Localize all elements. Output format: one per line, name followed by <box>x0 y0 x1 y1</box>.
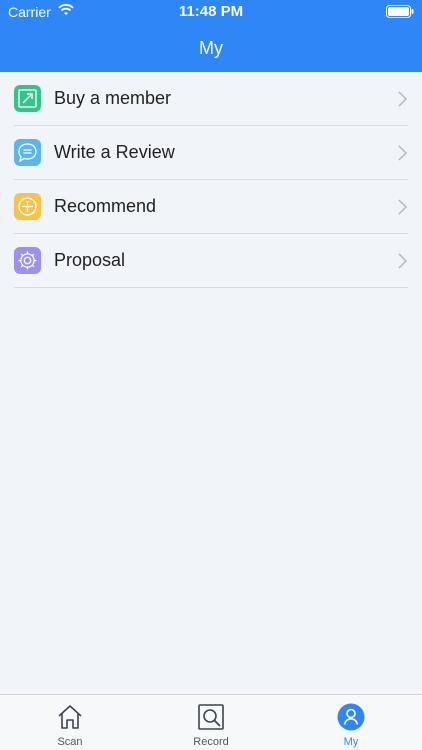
tab-record[interactable]: Record <box>171 695 251 750</box>
status-bar: Carrier 11:48 PM <box>0 0 422 24</box>
tab-label: Record <box>193 736 229 748</box>
tab-scan[interactable]: Scan <box>30 695 110 750</box>
menu-item-recommend[interactable]: Recommend <box>14 180 408 234</box>
chevron-right-icon <box>398 145 408 161</box>
page-title: My <box>199 38 223 58</box>
home-icon <box>58 705 82 729</box>
menu-item-label: Buy a member <box>54 88 172 108</box>
app-header: Carrier 11:48 PM My <box>0 0 422 72</box>
menu-item-proposal[interactable]: Proposal <box>14 234 408 288</box>
tab-bar: Scan Record My <box>0 694 422 750</box>
gear-icon <box>14 247 41 274</box>
clock: 11:48 PM <box>178 3 244 20</box>
menu-item-write-review[interactable]: Write a Review <box>14 126 408 180</box>
menu-item-label: Recommend <box>54 196 157 216</box>
chat-bubble-icon <box>14 139 41 166</box>
menu-item-buy-member[interactable]: Buy a member <box>14 72 408 126</box>
menu-item-label: Write a Review <box>54 142 175 162</box>
chevron-right-icon <box>398 91 408 107</box>
tab-my[interactable]: My <box>311 695 391 750</box>
search-document-icon <box>198 704 224 730</box>
plus-circle-icon <box>14 193 41 220</box>
trend-up-icon <box>14 85 41 112</box>
user-icon <box>337 703 365 731</box>
battery-icon <box>386 5 414 18</box>
tab-label: My <box>343 736 359 748</box>
chevron-right-icon <box>398 253 408 269</box>
settings-menu: Buy a member Write a Review Recommend Pr… <box>0 72 422 288</box>
tab-label: Scan <box>57 736 83 748</box>
chevron-right-icon <box>398 199 408 215</box>
menu-item-label: Proposal <box>54 250 126 270</box>
